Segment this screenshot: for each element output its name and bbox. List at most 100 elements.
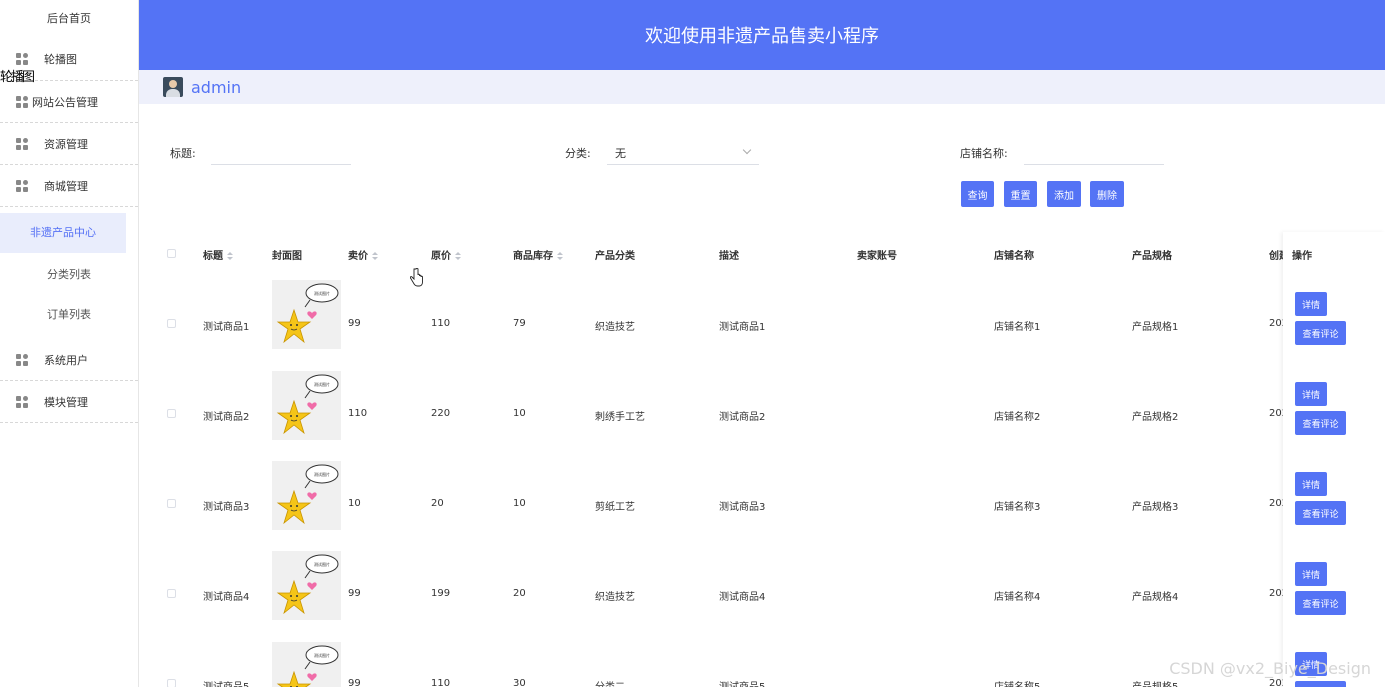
row-checkbox[interactable] (167, 499, 176, 508)
cell-description: 测试商品4 (719, 592, 766, 603)
query-button[interactable]: 查询 (961, 181, 994, 207)
sidebar-item-label: 系统用户 (44, 353, 88, 367)
sidebar-item-label: 资源管理 (44, 137, 88, 151)
column-header-seller-account: 卖家账号 (857, 251, 897, 262)
category-select-value: 无 (615, 147, 626, 160)
sort-icon[interactable] (372, 252, 378, 260)
sidebar-item-announcements[interactable]: 网站公告管理 (0, 81, 138, 123)
category-filter-label: 分类: (565, 147, 591, 160)
cell-category: 织造技艺 (595, 322, 635, 333)
view-reviews-button[interactable]: 查看评论 (1295, 681, 1346, 687)
row-checkbox[interactable] (167, 589, 176, 598)
main-content: 标题: 分类: 无 店铺名称: 查询 重置 添加 删除 标题 封面图 卖价 原价… (146, 112, 1385, 687)
hand-cursor-icon (410, 268, 423, 287)
delete-button[interactable]: 删除 (1090, 181, 1124, 207)
sidebar-item-mall[interactable]: 商城管理 (0, 165, 138, 207)
username[interactable]: admin (191, 78, 241, 97)
sidebar: 后台首页 轮播图 轮播图 网站公告管理 资源管理 商城管理 非遗产品中心 分类列… (0, 0, 139, 687)
reset-button[interactable]: 重置 (1004, 181, 1037, 207)
cover-bubble-text: 测试图片 (314, 652, 330, 658)
cover-image: 测试图片 (272, 371, 341, 440)
cover-bubble-text: 测试图片 (314, 381, 330, 387)
sidebar-item-system-users[interactable]: 系统用户 (0, 339, 138, 381)
cell-category: 剪纸工艺 (595, 502, 635, 513)
view-reviews-button[interactable]: 查看评论 (1295, 321, 1346, 345)
cell-original-price: 110 (431, 318, 451, 329)
cell-store-name: 店铺名称2 (994, 412, 1041, 423)
category-select[interactable] (607, 139, 759, 165)
sort-icon[interactable] (557, 252, 563, 260)
cell-description: 测试商品5 (719, 678, 765, 687)
cell-category: 分类二 (595, 678, 625, 687)
module-icon (16, 95, 28, 108)
column-header-original-price[interactable]: 原价 (431, 247, 461, 262)
cell-title: 测试商品3 (203, 502, 250, 513)
cell-stock: 79 (513, 318, 526, 329)
cell-spec: 产品规格4 (1132, 592, 1179, 603)
page-header: 欢迎使用非遗产品售卖小程序 (139, 0, 1385, 70)
detail-button[interactable]: 详情 (1295, 562, 1327, 586)
row-checkbox[interactable] (167, 679, 176, 687)
sidebar-item-carousel[interactable]: 轮播图 轮播图 (0, 38, 138, 85)
sort-icon[interactable] (227, 252, 233, 260)
sidebar-item-label: 网站公告管理 (32, 95, 98, 109)
view-reviews-button[interactable]: 查看评论 (1295, 501, 1346, 525)
cell-created: 202 (1269, 318, 1283, 329)
cell-price: 99 (348, 318, 361, 329)
cell-store-name: 店铺名称1 (994, 322, 1041, 333)
sidebar-subitem-categories[interactable]: 分类列表 (0, 255, 138, 295)
column-header-spec: 产品规格 (1132, 251, 1172, 262)
select-all-checkbox[interactable] (167, 249, 176, 258)
watermark: CSDN @vx2_Biye_Design (1169, 659, 1371, 678)
cell-title: 测试商品1 (203, 322, 250, 333)
view-reviews-button[interactable]: 查看评论 (1295, 591, 1346, 615)
column-header-category: 产品分类 (595, 251, 635, 262)
cell-stock: 30 (513, 678, 526, 687)
sidebar-item-home[interactable]: 后台首页 (0, 0, 138, 38)
cell-store-name: 店铺名称3 (994, 502, 1041, 513)
cell-created: 202 (1269, 588, 1283, 599)
sidebar-item-label: 模块管理 (44, 395, 88, 409)
store-filter-label: 店铺名称: (960, 147, 1008, 160)
cell-created: 202 (1269, 498, 1283, 509)
cell-category: 织造技艺 (595, 592, 635, 603)
cell-title: 测试商品4 (203, 592, 250, 603)
cell-price: 10 (348, 498, 361, 509)
sort-icon[interactable] (455, 252, 461, 260)
cell-price: 99 (348, 588, 361, 599)
cell-original-price: 199 (431, 588, 451, 599)
cell-description: 测试商品1 (719, 322, 766, 333)
cell-store-name: 店铺名称4 (994, 592, 1041, 603)
column-header-stock[interactable]: 商品库存 (513, 247, 563, 262)
sidebar-item-modules[interactable]: 模块管理 (0, 381, 138, 423)
cell-original-price: 220 (431, 408, 451, 419)
view-reviews-button[interactable]: 查看评论 (1295, 411, 1346, 435)
cover-image: 测试图片 (272, 551, 341, 620)
column-header-store-name: 店铺名称 (994, 251, 1034, 262)
cell-description: 测试商品3 (719, 502, 766, 513)
cover-image: 测试图片 (272, 280, 341, 349)
row-checkbox[interactable] (167, 409, 176, 418)
sidebar-subitem-heritage-products[interactable]: 非遗产品中心 (0, 213, 126, 253)
store-filter-input[interactable] (1024, 139, 1164, 165)
column-header-description: 描述 (719, 251, 739, 262)
avatar[interactable] (163, 77, 183, 97)
cell-stock: 10 (513, 408, 526, 419)
sidebar-item-resources[interactable]: 资源管理 (0, 123, 138, 165)
cell-stock: 20 (513, 588, 526, 599)
sidebar-subitem-orders[interactable]: 订单列表 (0, 295, 138, 335)
cell-stock: 10 (513, 498, 526, 509)
column-header-price[interactable]: 卖价 (348, 247, 378, 262)
cover-bubble-text: 测试图片 (314, 290, 330, 296)
cell-price: 110 (348, 408, 368, 419)
detail-button[interactable]: 详情 (1295, 292, 1327, 316)
cover-image: 测试图片 (272, 461, 341, 530)
cell-created: 202 (1269, 678, 1283, 687)
row-checkbox[interactable] (167, 319, 176, 328)
column-header-title[interactable]: 标题 (203, 247, 233, 262)
add-button[interactable]: 添加 (1047, 181, 1081, 207)
detail-button[interactable]: 详情 (1295, 382, 1327, 406)
detail-button[interactable]: 详情 (1295, 472, 1327, 496)
module-icon (16, 53, 28, 65)
title-filter-input[interactable] (211, 139, 351, 165)
